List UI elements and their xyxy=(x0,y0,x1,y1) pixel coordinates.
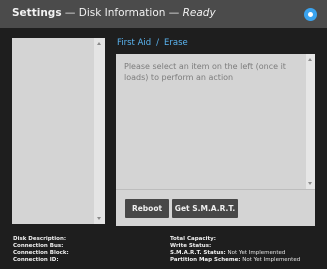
get-smart-button[interactable]: Get S.M.A.R.T. xyxy=(172,199,238,218)
arrow-down-icon[interactable] xyxy=(308,182,312,185)
reboot-button[interactable]: Reboot xyxy=(125,199,169,218)
action-panel-scrollbar[interactable] xyxy=(306,54,315,189)
gear-icon[interactable] xyxy=(304,8,317,21)
action-tabs: First Aid / Erase xyxy=(117,38,188,48)
title-separator-2: — xyxy=(168,7,180,19)
arrow-up-icon[interactable] xyxy=(97,42,101,45)
disk-info-left: Disk Description: Connection Bus: Connec… xyxy=(13,236,69,264)
info-row-connection-block: Connection Block: xyxy=(13,250,69,256)
title-separator: — xyxy=(64,7,76,19)
info-row-smart-status: S.M.A.R.T. Status: Not Yet Implemented xyxy=(170,250,286,256)
arrow-up-icon[interactable] xyxy=(308,58,312,61)
title-app: Settings xyxy=(12,7,62,19)
info-row-write-status: Write Status: xyxy=(170,243,212,249)
tab-separator: / xyxy=(156,38,160,48)
tab-erase[interactable]: Erase xyxy=(164,38,188,48)
disk-info-right: Total Capacity: Write Status: S.M.A.R.T.… xyxy=(170,236,300,264)
title-section: Disk Information xyxy=(78,7,166,19)
info-row-partition-map: Partition Map Scheme: Not Yet Implemente… xyxy=(170,257,301,263)
tab-first-aid[interactable]: First Aid xyxy=(117,38,151,48)
info-row-total-capacity: Total Capacity: xyxy=(170,236,216,242)
title-status: Ready xyxy=(182,7,216,19)
disk-list-scrollbar[interactable] xyxy=(94,38,105,224)
arrow-down-icon[interactable] xyxy=(97,217,101,220)
info-row-connection-bus: Connection Bus: xyxy=(13,243,64,249)
title-bar: Settings — Disk Information — Ready xyxy=(0,0,327,28)
info-row-connection-id: Connection ID: xyxy=(13,257,59,263)
info-row-disk-description: Disk Description: xyxy=(13,236,67,242)
window-title: Settings — Disk Information — Ready xyxy=(12,7,216,19)
disk-list[interactable] xyxy=(12,38,105,224)
instruction-message: Please select an item on the left (once … xyxy=(124,62,286,82)
action-panel: Please select an item on the left (once … xyxy=(116,54,315,189)
